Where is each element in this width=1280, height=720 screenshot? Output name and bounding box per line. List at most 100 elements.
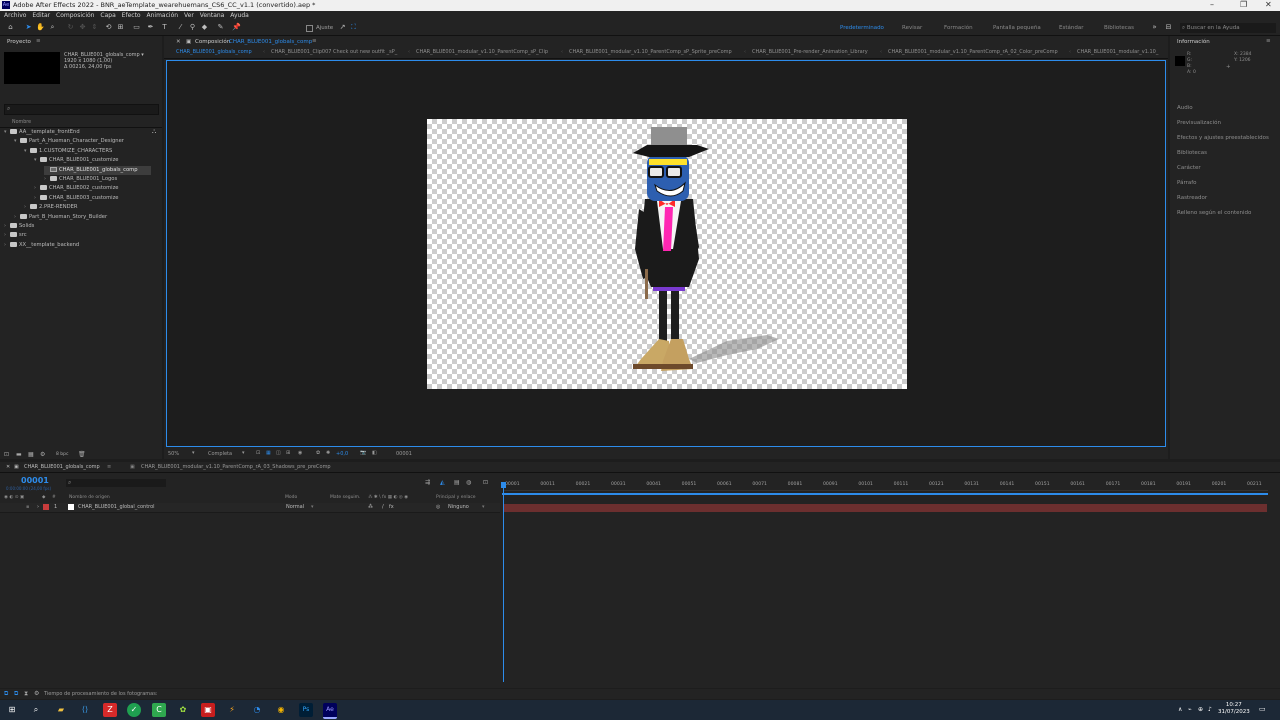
project-tree-item[interactable]: › src xyxy=(4,231,27,240)
project-tree-item[interactable]: › Part_B_Hueman_Story_Builder xyxy=(14,213,107,222)
comp-tab[interactable]: CHAR_BLUE001_globals_comp xyxy=(176,49,252,55)
edge-browser-icon[interactable]: ◔ xyxy=(250,703,264,717)
panel-tab-item[interactable]: Carácter xyxy=(1177,165,1201,171)
column-parent[interactable]: Principal y enlace xyxy=(436,495,476,500)
type-tool-icon[interactable]: T xyxy=(160,23,169,32)
playhead-handle[interactable] xyxy=(501,482,506,488)
layer-name[interactable]: CHAR_BLUE001_global_control xyxy=(78,504,155,510)
comp-tab[interactable]: CHAR_BLUE001_modular_v1.10_ xyxy=(1077,49,1158,55)
pen-tool-icon[interactable]: ✒ xyxy=(146,23,155,32)
quality-switch-icon[interactable]: / xyxy=(382,504,384,510)
panel-tab-item[interactable]: Relleno según el contenido xyxy=(1177,210,1251,216)
region-of-interest-icon[interactable]: ⊡ xyxy=(256,450,260,456)
chevron-down-icon[interactable]: ▾ xyxy=(192,450,195,456)
workspace-formacion[interactable]: Formación xyxy=(944,25,973,31)
info-panel-title[interactable]: Información xyxy=(1177,39,1210,45)
more-workspaces-icon[interactable]: » xyxy=(1150,23,1159,32)
trash-icon[interactable]: 🗑 xyxy=(78,451,86,458)
home-icon[interactable]: ⌂ xyxy=(6,23,15,32)
grid-guides-icon[interactable]: ⊞ xyxy=(286,450,290,456)
menu-ver[interactable]: Ver xyxy=(184,11,194,21)
composition-panel-label[interactable]: Composición xyxy=(195,39,230,45)
project-tree-item[interactable]: › Solids xyxy=(4,222,34,231)
render-time-icon[interactable]: ⧗ xyxy=(24,690,28,698)
panel-tab-item[interactable]: Efectos y ajustes preestablecidos xyxy=(1177,135,1269,141)
composition-panel-comp-name[interactable]: CHAR_BLUE001_globals_comp xyxy=(229,39,312,45)
mask-visibility-icon[interactable]: ◫ xyxy=(276,450,281,456)
new-folder-icon[interactable]: ▬ xyxy=(16,451,22,458)
composition-viewer[interactable] xyxy=(166,60,1166,447)
chrome-browser-icon[interactable]: ◉ xyxy=(274,703,288,717)
brush-tool-icon[interactable]: ⁄ xyxy=(176,23,185,32)
parent-pick-whip-icon[interactable]: ◎ xyxy=(436,504,440,510)
comp-tab[interactable]: CHAR_BLUE001_modular_v1.10_ParentComp_rA… xyxy=(888,49,1058,55)
minimize-button[interactable]: – xyxy=(1210,0,1214,9)
app-orange-icon[interactable]: ⚡ xyxy=(225,703,239,717)
workspace-revisar[interactable]: Revisar xyxy=(902,25,922,31)
modes-toggle-icon[interactable]: ⧉ xyxy=(14,690,18,698)
workspace-bibliotecas[interactable]: Bibliotecas xyxy=(1104,25,1134,31)
zoom-dropdown[interactable]: 50% xyxy=(168,451,179,457)
flowchart-icon[interactable]: ⛬ xyxy=(152,128,156,136)
align-checkbox[interactable] xyxy=(306,25,313,32)
panel-menu-icon[interactable]: ≡ xyxy=(36,38,41,44)
time-ruler[interactable]: 00001 00011 00021 00031 00041 00051 00061 00071… xyxy=(503,482,1268,491)
tray-overflow-icon[interactable]: ∧ xyxy=(1178,706,1182,713)
dolly-tool-icon[interactable]: ⇕ xyxy=(90,23,99,32)
current-frame-value[interactable]: 00001 xyxy=(396,451,412,457)
current-timecode[interactable]: 00001 xyxy=(21,476,49,485)
settings-icon[interactable]: ⚙ xyxy=(34,690,39,697)
column-source-name[interactable]: Nombre de origen xyxy=(69,495,110,500)
file-explorer-icon[interactable]: ▰ xyxy=(54,703,68,717)
photoshop-icon[interactable]: Ps xyxy=(299,703,313,717)
fx-switch-icon[interactable]: fx xyxy=(389,504,394,510)
composition-canvas[interactable] xyxy=(427,119,907,389)
workspace-predeterminado[interactable]: Predeterminado xyxy=(840,25,884,31)
workspace-pantalla-pequena[interactable]: Pantalla pequeña xyxy=(993,25,1041,31)
project-tree-item[interactable]: › CHAR_BLUE002_customize xyxy=(34,184,119,193)
layer-parent[interactable]: Ninguno xyxy=(448,504,469,510)
panel-menu-icon[interactable]: ≡ xyxy=(312,38,317,44)
workspace-menu-icon[interactable]: ⊟ xyxy=(1164,23,1173,32)
timeline-tab-globals[interactable]: CHAR_BLUE001_globals_comp xyxy=(24,464,100,470)
panel-tab-item[interactable]: Párrafo xyxy=(1177,180,1197,186)
project-tree-item[interactable]: › XX__template_backend xyxy=(4,241,79,250)
snapshot-camera-icon[interactable]: 📷 xyxy=(360,450,366,456)
color-management-icon[interactable]: ✿ xyxy=(316,450,320,456)
new-comp-icon[interactable]: ▦ xyxy=(28,451,34,458)
layer-row[interactable]: ▪ › 1 CHAR_BLUE001_global_control Normal… xyxy=(0,503,500,513)
panel-menu-icon[interactable]: ≡ xyxy=(107,464,111,470)
menu-ventana[interactable]: Ventana xyxy=(200,11,225,21)
app-red-icon[interactable]: ▣ xyxy=(201,703,215,717)
windows-start-icon[interactable]: ⊞ xyxy=(5,703,19,717)
menu-efecto[interactable]: Efecto xyxy=(122,11,141,21)
zoom-tool-icon[interactable]: ⌕ xyxy=(48,23,57,32)
project-settings-icon[interactable]: ⚙ xyxy=(40,451,45,458)
shy-switch-icon[interactable]: ⁂ xyxy=(368,504,373,510)
motion-blur-icon[interactable]: ◍ xyxy=(466,479,471,486)
project-tree-item[interactable]: › CHAR_BLUE001_Logos xyxy=(44,175,117,184)
work-area-bar[interactable] xyxy=(502,493,1268,495)
show-snapshot-icon[interactable]: ◧ xyxy=(372,450,377,456)
pan-tool-icon[interactable]: ✥ xyxy=(78,23,87,32)
panel-tab-item[interactable]: Previsualización xyxy=(1177,120,1221,126)
volume-icon[interactable]: ♪ xyxy=(1208,706,1212,713)
layer-mode[interactable]: Normal xyxy=(286,504,304,510)
chevron-down-icon[interactable]: ▾ xyxy=(482,504,485,510)
graph-editor-icon[interactable]: ⊡ xyxy=(483,479,488,486)
close-tab-icon[interactable]: ✕ xyxy=(6,464,10,470)
clone-stamp-tool-icon[interactable]: ⚲ xyxy=(188,23,197,32)
snap-options-icon[interactable]: ⛶ xyxy=(349,23,358,32)
snap-icon[interactable]: ↗ xyxy=(338,23,347,32)
column-track-matte[interactable]: Mate seguim. xyxy=(330,495,361,500)
project-tree-item[interactable]: ▾ 1.CUSTOMIZE_CHARACTERS xyxy=(24,147,112,156)
project-tree-item[interactable]: ▾ CHAR_BLUE001_customize xyxy=(34,156,119,165)
project-search-input[interactable]: ⌕ xyxy=(4,104,159,115)
menu-archivo[interactable]: Archivo xyxy=(4,11,26,21)
channel-icon[interactable]: ◉ xyxy=(298,450,302,456)
notifications-icon[interactable]: ▭ xyxy=(1259,705,1266,713)
app-green-icon[interactable]: ✓ xyxy=(127,703,141,717)
system-clock[interactable]: 10:27 31/07/2023 xyxy=(1218,702,1250,716)
menu-ayuda[interactable]: Ayuda xyxy=(230,11,249,21)
hand-tool-icon[interactable]: ✋ xyxy=(36,23,45,32)
